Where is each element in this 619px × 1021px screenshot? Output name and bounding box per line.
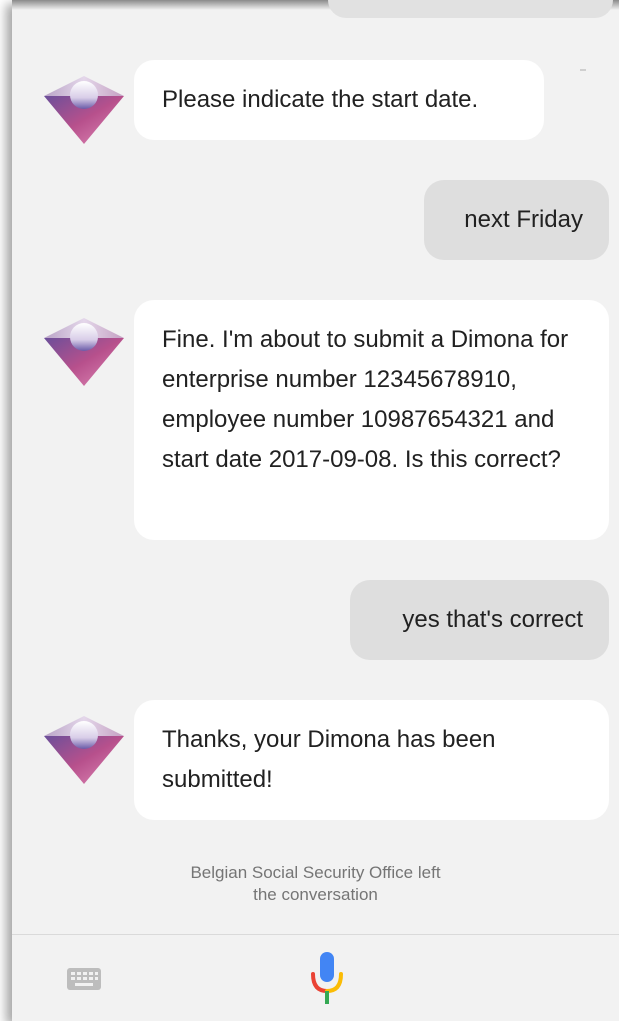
previous-message-bubble bbox=[328, 0, 613, 18]
assistant-avatar-icon bbox=[44, 76, 124, 144]
user-message-text: next Friday bbox=[464, 206, 583, 233]
assistant-avatar-icon bbox=[44, 318, 124, 386]
assistant-message-text: Fine. I'm about to submit a Dimona for e… bbox=[162, 326, 569, 473]
user-message-text: yes that's correct bbox=[402, 606, 583, 633]
assistant-avatar-icon bbox=[44, 716, 124, 784]
scroll-mark bbox=[580, 69, 586, 71]
input-bar-divider bbox=[12, 934, 619, 935]
assistant-message-bubble: Thanks, your Dimona has been submitted! bbox=[134, 700, 609, 820]
status-text-line-2: the conversation bbox=[253, 885, 378, 904]
conversation-screen: Please indicate the start date. next Fri… bbox=[12, 0, 619, 1021]
assistant-message-bubble: Please indicate the start date. bbox=[134, 60, 544, 140]
keyboard-icon[interactable] bbox=[66, 965, 102, 993]
conversation-status: Belgian Social Security Office left the … bbox=[12, 862, 619, 906]
microphone-icon[interactable] bbox=[309, 950, 345, 1008]
status-text-line-1: Belgian Social Security Office left bbox=[190, 863, 441, 882]
assistant-message-text: Thanks, your Dimona has been submitted! bbox=[162, 726, 496, 793]
assistant-message-bubble: Fine. I'm about to submit a Dimona for e… bbox=[134, 300, 609, 540]
user-message-bubble: yes that's correct bbox=[350, 580, 609, 660]
assistant-message-text: Please indicate the start date. bbox=[162, 86, 479, 113]
user-message-bubble: next Friday bbox=[424, 180, 609, 260]
